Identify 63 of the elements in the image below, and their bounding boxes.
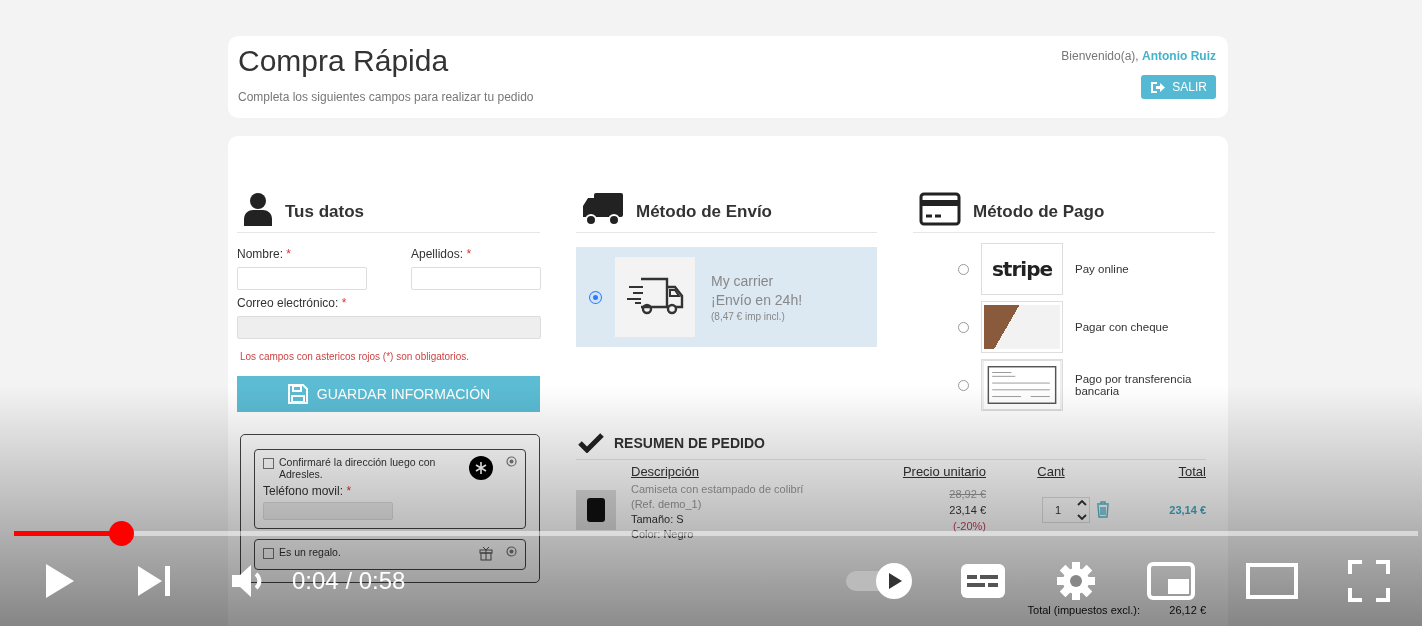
column-header[interactable]: Cant xyxy=(986,464,1116,479)
autoplay-toggle-icon[interactable] xyxy=(844,561,914,601)
carrier-name: My carrier xyxy=(711,272,775,289)
truck-icon xyxy=(582,192,624,226)
product-attribute: Tamaño: S xyxy=(631,513,685,525)
field-label: Teléfono movil: * xyxy=(263,484,353,498)
product-photo-placeholder xyxy=(576,489,616,530)
info-dot-icon[interactable] xyxy=(506,546,517,557)
trash-icon[interactable] xyxy=(1096,501,1110,518)
stripe-logo: stripe xyxy=(981,243,1063,295)
option-label: Es un regalo. xyxy=(279,546,342,558)
next-icon[interactable] xyxy=(136,564,172,598)
payment-label: Pago por transferencia bancaria xyxy=(1075,373,1193,397)
checkbox[interactable] xyxy=(263,458,274,469)
input-field[interactable] xyxy=(411,267,541,290)
section-title: Método de Pago xyxy=(973,202,1105,223)
user-icon xyxy=(243,192,273,226)
field-label: Nombre: * xyxy=(237,247,293,261)
product-attribute: Color: Negro xyxy=(631,528,695,540)
total-value: 26,12 € xyxy=(1168,604,1206,616)
product-reference: (Ref. demo_1) xyxy=(631,498,703,510)
total-label: Total (impuestos excl.): xyxy=(1027,604,1140,616)
line-total: 23,14 € xyxy=(1168,503,1206,516)
required-note: Los campos con astericos rojos (*) son obligatorios. xyxy=(240,351,470,362)
welcome-text: Bienvenido(a), xyxy=(1061,49,1139,63)
old-price: 28,92 € xyxy=(949,487,986,500)
page-title: Compra Rápida xyxy=(238,44,450,78)
theater-mode-icon[interactable] xyxy=(1246,563,1298,599)
radio-button[interactable] xyxy=(958,321,969,333)
section-title: Método de Envío xyxy=(636,202,772,223)
settings-icon[interactable] xyxy=(1056,561,1096,601)
field-label: Apellidos: * xyxy=(411,247,473,261)
section-title: Tus datos xyxy=(285,202,365,223)
gift-icon xyxy=(479,546,493,561)
unit-price: 23,14 € xyxy=(949,503,986,516)
section-title: RESUMEN DE PEDIDO xyxy=(614,435,765,453)
checkmark-icon xyxy=(578,433,604,453)
progress-handle[interactable] xyxy=(108,521,134,546)
payment-label: Pagar con cheque xyxy=(1075,321,1170,333)
column-header[interactable]: Descripción xyxy=(631,464,831,479)
fullscreen-icon[interactable] xyxy=(1348,560,1390,602)
play-icon[interactable] xyxy=(44,562,76,600)
credit-card-icon xyxy=(919,192,961,226)
payment-label: Pay online xyxy=(1075,263,1130,275)
subtitles-icon[interactable] xyxy=(960,563,1006,599)
carrier-price: (8,47 € imp incl.) xyxy=(711,310,786,322)
exit-icon xyxy=(1150,80,1167,94)
option-label: Confirmaré la dirección luego con Adresles. xyxy=(279,456,437,480)
field-label: Correo electrónico: * xyxy=(237,296,348,310)
input-field[interactable] xyxy=(237,267,367,290)
quantity-field[interactable]: 1 xyxy=(1042,496,1090,523)
input-field[interactable] xyxy=(263,502,393,520)
page-subtitle: Completa los siguientes campos para realizar tu pedido xyxy=(238,90,534,104)
radio-button[interactable] xyxy=(958,379,969,391)
info-dot-icon[interactable] xyxy=(506,456,517,467)
discount-text: (-20%) xyxy=(953,519,986,532)
column-header[interactable]: Precio unitario xyxy=(831,464,986,479)
checkbox[interactable] xyxy=(263,548,274,559)
column-header[interactable]: Total xyxy=(1116,464,1206,479)
miniplayer-icon[interactable] xyxy=(1146,561,1196,601)
carrier-delay: ¡Envío en 24h! xyxy=(711,291,803,308)
asterisk-logo-icon xyxy=(469,456,493,480)
radio-button[interactable] xyxy=(958,263,969,275)
